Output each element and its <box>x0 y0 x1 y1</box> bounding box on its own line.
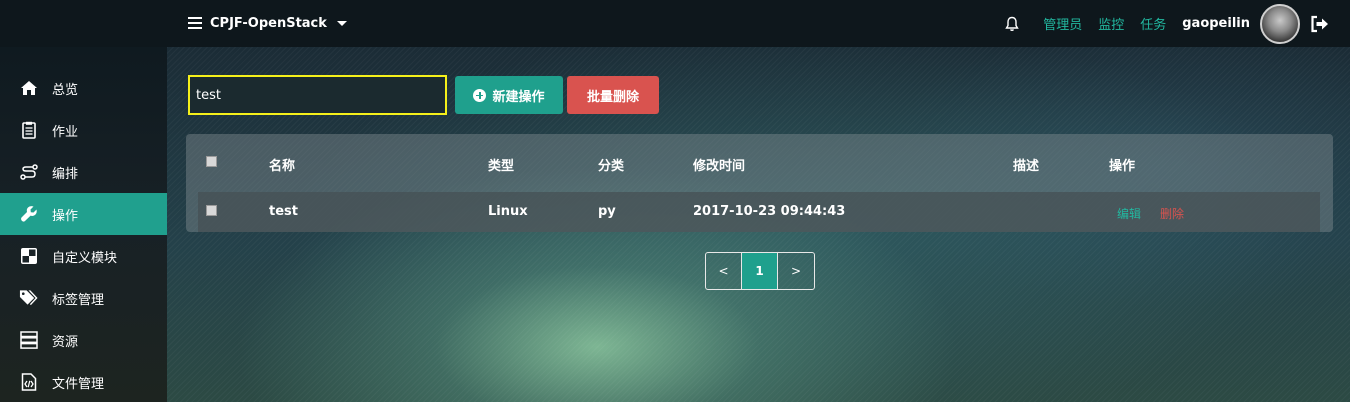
row-checkbox[interactable] <box>206 205 217 216</box>
bell-icon[interactable] <box>1005 16 1019 32</box>
module-icon <box>19 247 38 266</box>
new-operation-button[interactable]: 新建操作 <box>455 76 563 114</box>
sidebar-item-label: 操作 <box>52 208 79 224</box>
operations-table: 名称 类型 分类 修改时间 描述 操作 test Linux py 2017-1… <box>186 134 1333 232</box>
new-operation-label: 新建操作 <box>492 89 545 105</box>
sidebar-item-custom-modules[interactable]: 自定义模块 <box>0 235 167 277</box>
route-icon <box>19 163 38 182</box>
next-page-button[interactable]: > <box>778 253 814 289</box>
file-code-icon <box>19 373 38 392</box>
caret-down-icon <box>336 20 347 26</box>
sidebar: 总览 作业 编排 操作 自定义模块 标签管理 资源 文件管理 <box>0 47 167 402</box>
page-1-button[interactable]: 1 <box>742 253 778 289</box>
column-header-modified[interactable]: 修改时间 <box>693 155 745 174</box>
table-header-row: 名称 类型 分类 修改时间 描述 操作 <box>198 143 1320 183</box>
clipboard-icon <box>19 121 38 140</box>
top-right-menu: 管理员 监控 任务 gaopeilin <box>1005 0 1330 47</box>
logout-icon[interactable] <box>1310 15 1330 33</box>
bulk-delete-label: 批量删除 <box>586 89 639 105</box>
sidebar-item-orchestration[interactable]: 编排 <box>0 151 167 193</box>
sidebar-item-jobs[interactable]: 作业 <box>0 109 167 151</box>
tasks-link[interactable]: 任务 <box>1140 14 1166 33</box>
sidebar-item-label: 自定义模块 <box>52 250 118 266</box>
monitor-link[interactable]: 监控 <box>1098 14 1124 33</box>
tags-icon <box>19 289 38 308</box>
sidebar-item-label: 作业 <box>52 124 79 140</box>
row-category: py <box>598 204 616 219</box>
home-icon <box>19 79 38 98</box>
plus-circle-icon <box>473 88 487 102</box>
table-row: test Linux py 2017-10-23 09:44:43 编辑 删除 <box>198 192 1320 232</box>
sidebar-item-label: 标签管理 <box>52 292 105 308</box>
main-content: 新建操作 批量删除 名称 类型 分类 修改时间 描述 操作 test Linux… <box>167 47 1350 402</box>
column-header-name[interactable]: 名称 <box>269 155 295 174</box>
wrench-icon <box>19 205 38 224</box>
column-header-category[interactable]: 分类 <box>598 155 624 174</box>
sidebar-item-resources[interactable]: 资源 <box>0 319 167 361</box>
column-header-description: 描述 <box>1013 159 1040 174</box>
sidebar-item-overview[interactable]: 总览 <box>0 67 167 109</box>
sidebar-item-label: 总览 <box>52 82 79 98</box>
row-modified: 2017-10-23 09:44:43 <box>693 204 846 219</box>
avatar[interactable] <box>1260 3 1300 44</box>
sidebar-item-tags[interactable]: 标签管理 <box>0 277 167 319</box>
project-switcher[interactable]: CPJF-OpenStack <box>188 14 347 32</box>
sidebar-item-label: 编排 <box>52 166 79 182</box>
sidebar-item-label: 文件管理 <box>52 376 105 392</box>
sidebar-item-operations[interactable]: 操作 <box>0 193 167 235</box>
bulk-delete-button[interactable]: 批量删除 <box>567 76 659 114</box>
top-navbar: CPJF-OpenStack 管理员 监控 任务 gaopeilin <box>0 0 1350 47</box>
column-header-type[interactable]: 类型 <box>488 155 514 174</box>
list-icon <box>188 17 202 29</box>
row-type: Linux <box>488 204 528 219</box>
admin-link[interactable]: 管理员 <box>1043 14 1082 33</box>
prev-page-button[interactable]: < <box>706 253 742 289</box>
select-all-checkbox[interactable] <box>206 156 217 167</box>
server-icon <box>19 331 38 350</box>
username[interactable]: gaopeilin <box>1182 16 1250 31</box>
sidebar-item-label: 资源 <box>52 334 79 350</box>
search-input[interactable] <box>188 75 447 115</box>
edit-link[interactable]: 编辑 <box>1117 205 1141 222</box>
project-name: CPJF-OpenStack <box>210 15 327 31</box>
column-header-actions: 操作 <box>1109 159 1136 174</box>
sidebar-item-files[interactable]: 文件管理 <box>0 361 167 402</box>
delete-link[interactable]: 删除 <box>1160 205 1184 222</box>
pagination: < 1 > <box>705 252 815 290</box>
row-name: test <box>269 204 298 219</box>
